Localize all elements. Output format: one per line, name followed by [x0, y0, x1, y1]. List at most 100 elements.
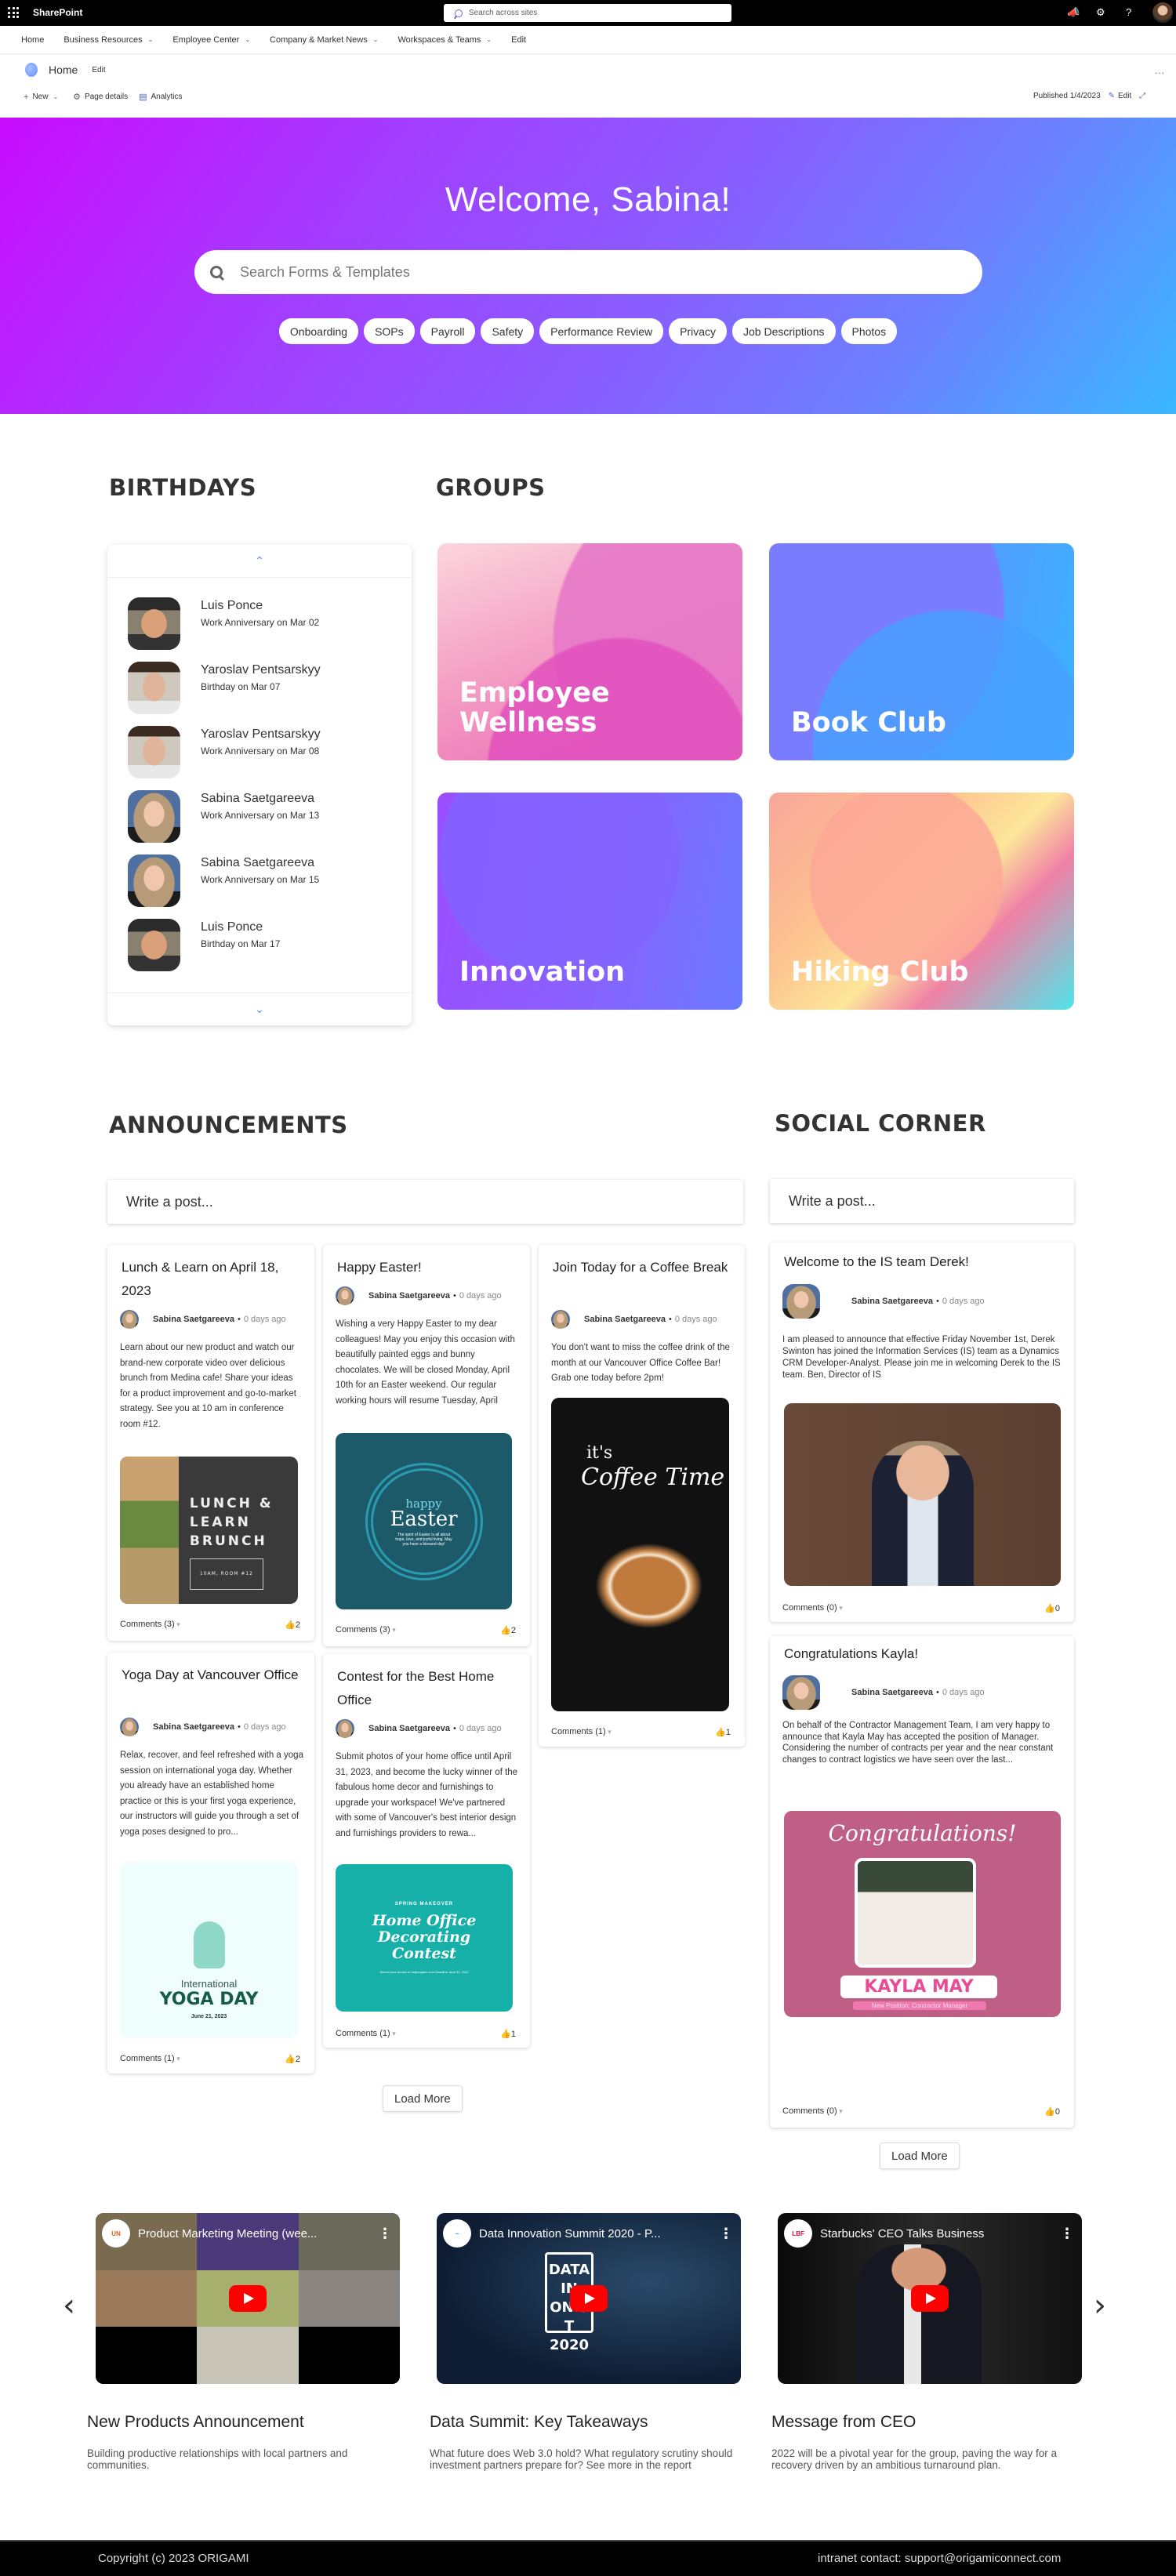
author-name: Sabina Saetgareeva [851, 1297, 933, 1306]
comments-toggle[interactable]: Comments (0) [782, 1603, 843, 1613]
post-title[interactable]: Lunch & Learn on April 18, 2023 [122, 1256, 305, 1303]
chip-privacy[interactable]: Privacy [669, 318, 727, 344]
group-tile-book-club[interactable]: Book Club [769, 543, 1074, 760]
analytics-button[interactable]: ▤ Analytics [139, 92, 182, 102]
chip-payroll[interactable]: Payroll [419, 318, 476, 344]
birthday-item[interactable]: Luis Ponce Birthday on Mar 17 [128, 919, 280, 971]
post-title[interactable]: Congratulations Kayla! [784, 1642, 1065, 1666]
like-button[interactable]: 👍2 [500, 1625, 516, 1635]
app-launcher-icon[interactable] [8, 7, 19, 18]
page-title: Home [49, 63, 78, 76]
more-options-button[interactable]: ... [1155, 65, 1165, 76]
video-card-title[interactable]: Data Summit: Key Takeaways [430, 2413, 648, 2432]
announcement-post[interactable]: Yoga Day at Vancouver Office Sabina Saet… [107, 1653, 314, 2073]
help-icon[interactable]: ? [1126, 6, 1131, 18]
announcement-post[interactable]: Contest for the Best Home Office Sabina … [323, 1654, 530, 2048]
nav-item-company-market-news[interactable]: Company & Market News ⌄ [270, 35, 378, 45]
nav-item-business-resources[interactable]: Business Resources ⌄ [64, 35, 153, 45]
video-card-title[interactable]: Message from CEO [771, 2413, 916, 2432]
like-button[interactable]: 👍2 [285, 2054, 300, 2064]
video-thumbnail[interactable]: UN Product Marketing Meeting (wee... ⋮ [96, 2213, 400, 2384]
social-load-more-button[interactable]: Load More [880, 2142, 960, 2169]
chip-onboarding[interactable]: Onboarding [278, 318, 359, 344]
announcement-post[interactable]: Happy Easter! Sabina Saetgareeva • 0 days … [323, 1245, 530, 1646]
comments-toggle[interactable]: Comments (3) [336, 1625, 396, 1635]
video-thumbnail[interactable]: DATA IN ON S T 2020 ~ Data Innovation Su… [437, 2213, 741, 2384]
nav-item-home[interactable]: Home [21, 35, 44, 45]
post-title[interactable]: Contest for the Best Home Office [337, 1665, 521, 1712]
post-title[interactable]: Join Today for a Coffee Break [553, 1256, 735, 1279]
chip-performance-review[interactable]: Performance Review [539, 318, 664, 344]
video-header: ~ Data Innovation Summit 2020 - P... ⋮ [443, 2219, 733, 2248]
chip-photos[interactable]: Photos [840, 318, 898, 344]
image-subtitle: The spirit of Easter is all about hope, … [395, 1532, 452, 1547]
person-name: Sabina Saetgareeva [201, 792, 314, 805]
like-button[interactable]: 👍2 [285, 1620, 300, 1630]
social-write-post-input[interactable]: Write a post... [770, 1179, 1074, 1223]
comments-toggle[interactable]: Comments (3) [120, 1620, 180, 1630]
like-button[interactable]: 👍1 [715, 1727, 731, 1737]
birthday-item[interactable]: Sabina Saetgareeva Work Anniversary on Ma… [128, 854, 319, 907]
edit-button[interactable]: ✎ Edit [1109, 92, 1132, 100]
post-title[interactable]: Happy Easter! [337, 1256, 521, 1279]
carousel-next-button[interactable]: › [1094, 2288, 1106, 2324]
contact-link[interactable]: intranet contact: support@origamiconnect… [818, 2552, 1061, 2565]
birthdays-heading: BIRTHDAYS [109, 474, 257, 501]
new-button[interactable]: + New ⌄ [24, 93, 62, 102]
birthday-item[interactable]: Sabina Saetgareeva Work Anniversary on Ma… [128, 790, 319, 843]
announcements-write-post-input[interactable]: Write a post... [107, 1180, 743, 1224]
play-icon[interactable] [570, 2285, 608, 2312]
video-thumbnail[interactable]: LBF Starbucks' CEO Talks Business ⋮ [778, 2213, 1082, 2384]
chip-job-descriptions[interactable]: Job Descriptions [732, 318, 836, 344]
carousel-prev-button[interactable]: ‹ [63, 2288, 75, 2324]
chip-sops[interactable]: SOPs [364, 318, 415, 344]
like-count: 1 [725, 1728, 731, 1737]
video-card-title[interactable]: New Products Announcement [87, 2413, 304, 2432]
scroll-up-button[interactable]: ⌃ [107, 545, 412, 578]
social-post[interactable]: Congratulations Kayla! Sabina Saetgareev… [770, 1636, 1074, 2128]
nav-item-workspaces-teams[interactable]: Workspaces & Teams ⌄ [397, 35, 492, 45]
play-icon[interactable] [911, 2285, 949, 2312]
comments-toggle[interactable]: Comments (0) [782, 2106, 843, 2117]
comments-toggle[interactable]: Comments (1) [120, 2054, 180, 2064]
like-button[interactable]: 👍0 [1044, 2106, 1060, 2117]
group-tile-innovation[interactable]: Innovation [437, 793, 742, 1010]
kebab-menu-icon[interactable]: ⋮ [378, 2226, 392, 2242]
birthday-item[interactable]: Yaroslav Pentsarskyy Birthday on Mar 07 [128, 662, 321, 714]
megaphone-icon[interactable]: 📣 [1067, 6, 1080, 19]
forms-search-input[interactable] [240, 263, 946, 281]
comments-toggle[interactable]: Comments (1) [551, 1727, 612, 1737]
page-details-button[interactable]: ⚙ Page details [73, 92, 128, 102]
post-title[interactable]: Welcome to the IS team Derek! [784, 1250, 1065, 1274]
birthday-item[interactable]: Luis Ponce Work Anniversary on Mar 02 [128, 597, 319, 650]
chip-safety[interactable]: Safety [481, 318, 535, 344]
author-avatar [551, 1310, 570, 1329]
gear-icon[interactable]: ⚙ [1096, 6, 1105, 19]
user-avatar[interactable] [1152, 2, 1173, 23]
app-name[interactable]: SharePoint [33, 7, 82, 18]
kebab-menu-icon[interactable]: ⋮ [1060, 2226, 1074, 2242]
site-search-box[interactable]: Search across sites [444, 4, 731, 22]
announcement-post[interactable]: Join Today for a Coffee Break Sabina Sae… [539, 1245, 745, 1747]
comments-toggle[interactable]: Comments (1) [336, 2029, 396, 2039]
author-avatar [782, 1284, 820, 1319]
like-button[interactable]: 👍0 [1044, 1603, 1060, 1613]
nav-item-edit[interactable]: Edit [511, 35, 526, 45]
scroll-down-button[interactable]: ⌄ [107, 992, 412, 1025]
group-tile-hiking-club[interactable]: Hiking Club [769, 793, 1074, 1010]
announcement-post[interactable]: Lunch & Learn on April 18, 2023 Sabina S… [107, 1245, 314, 1641]
chevron-down-icon: ⌄ [486, 36, 492, 43]
group-tile-employee-wellness[interactable]: Employee Wellness [437, 543, 742, 760]
forms-search-box[interactable] [194, 250, 982, 294]
post-meta: Sabina Saetgareeva • 0 days ago [336, 1286, 502, 1305]
birthday-item[interactable]: Yaroslav Pentsarskyy Work Anniversary on … [128, 726, 321, 778]
like-button[interactable]: 👍1 [500, 2029, 516, 2039]
nav-item-employee-center[interactable]: Employee Center ⌄ [172, 35, 250, 45]
kebab-menu-icon[interactable]: ⋮ [719, 2226, 733, 2242]
post-title[interactable]: Yoga Day at Vancouver Office [122, 1664, 305, 1687]
social-post[interactable]: Welcome to the IS team Derek! Sabina Sae… [770, 1243, 1074, 1622]
announcements-load-more-button[interactable]: Load More [383, 2085, 463, 2112]
page-header-edit-link[interactable]: Edit [92, 66, 105, 74]
expand-icon[interactable]: ⤢ [1139, 92, 1145, 100]
play-icon[interactable] [229, 2285, 267, 2312]
